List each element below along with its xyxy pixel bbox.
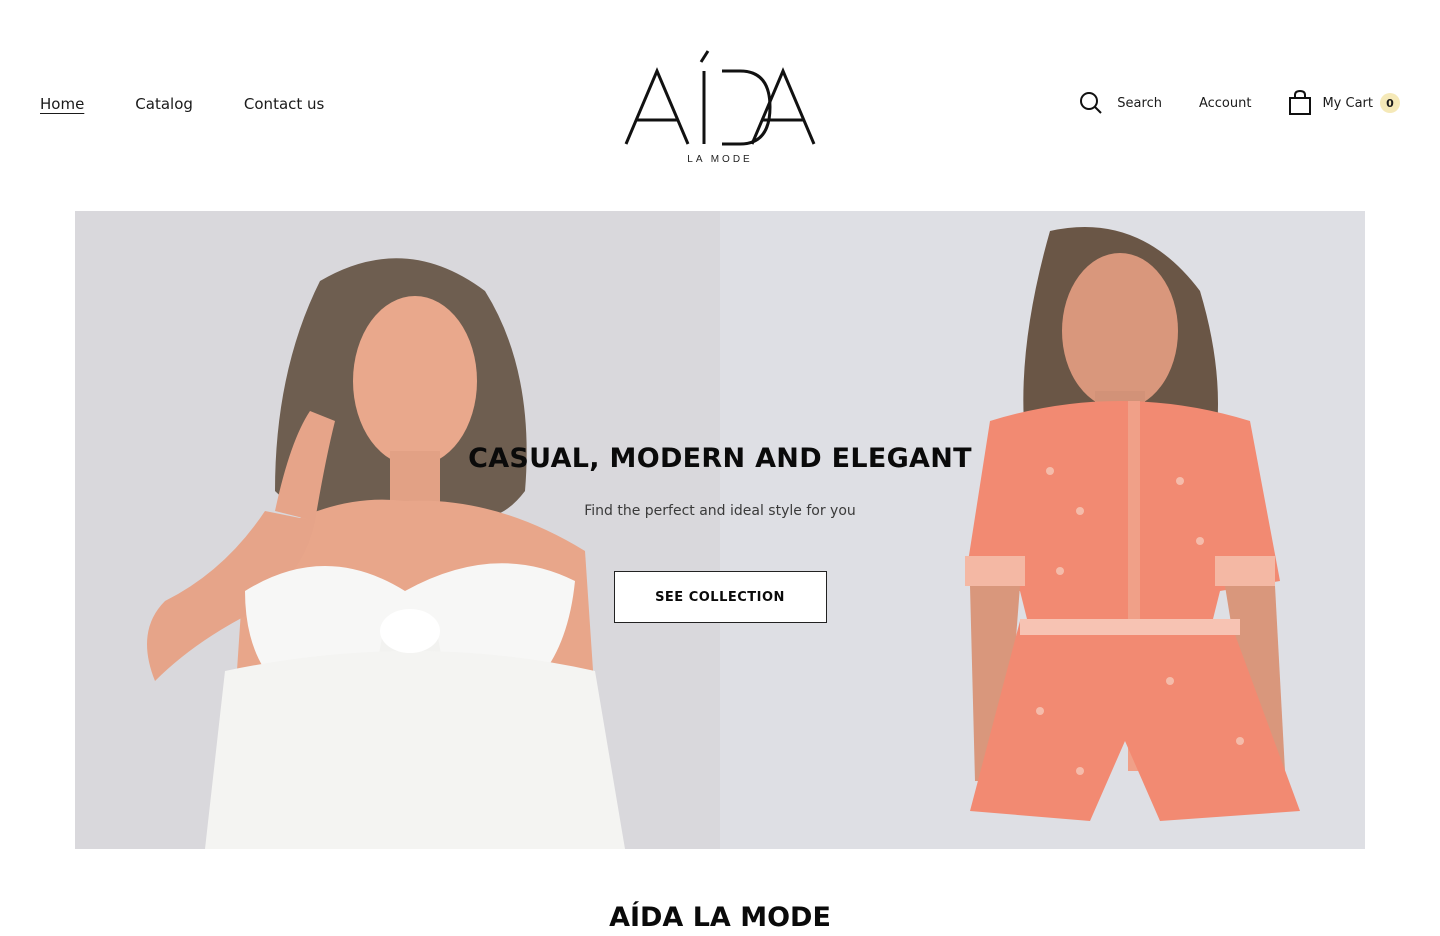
- site-header: Home Catalog Contact us LA MODE Search A…: [0, 0, 1440, 211]
- hero-content: CASUAL, MODERN AND ELEGANT Find the perf…: [75, 441, 1365, 623]
- cart-label: My Cart: [1322, 95, 1373, 111]
- cart-link[interactable]: My Cart 0: [1288, 90, 1400, 116]
- nav-contact[interactable]: Contact us: [244, 94, 324, 114]
- search-label: Search: [1117, 95, 1162, 111]
- nav-home[interactable]: Home: [40, 94, 84, 114]
- logo-mark: LA MODE: [624, 50, 816, 165]
- hero-banner: CASUAL, MODERN AND ELEGANT Find the perf…: [75, 211, 1365, 849]
- see-collection-button[interactable]: SEE COLLECTION: [613, 571, 827, 623]
- brand-section-title: AÍDA LA MODE: [609, 902, 831, 934]
- hero-title: CASUAL, MODERN AND ELEGANT: [468, 443, 972, 474]
- nav-catalog[interactable]: Catalog: [135, 94, 193, 114]
- logo-subtext: LA MODE: [687, 154, 752, 165]
- search-icon: [1079, 91, 1103, 115]
- utility-nav: Search Account My Cart 0: [1079, 90, 1400, 116]
- search-link[interactable]: Search: [1079, 91, 1162, 115]
- account-label: Account: [1198, 95, 1252, 111]
- cart-count-badge: 0: [1380, 93, 1400, 113]
- brand-logo[interactable]: LA MODE: [620, 44, 820, 168]
- main-nav: Home Catalog Contact us: [40, 94, 375, 114]
- account-link[interactable]: Account: [1199, 96, 1252, 111]
- hero-subtitle: Find the perfect and ideal style for you: [584, 503, 856, 519]
- shopping-bag-icon: [1288, 90, 1312, 116]
